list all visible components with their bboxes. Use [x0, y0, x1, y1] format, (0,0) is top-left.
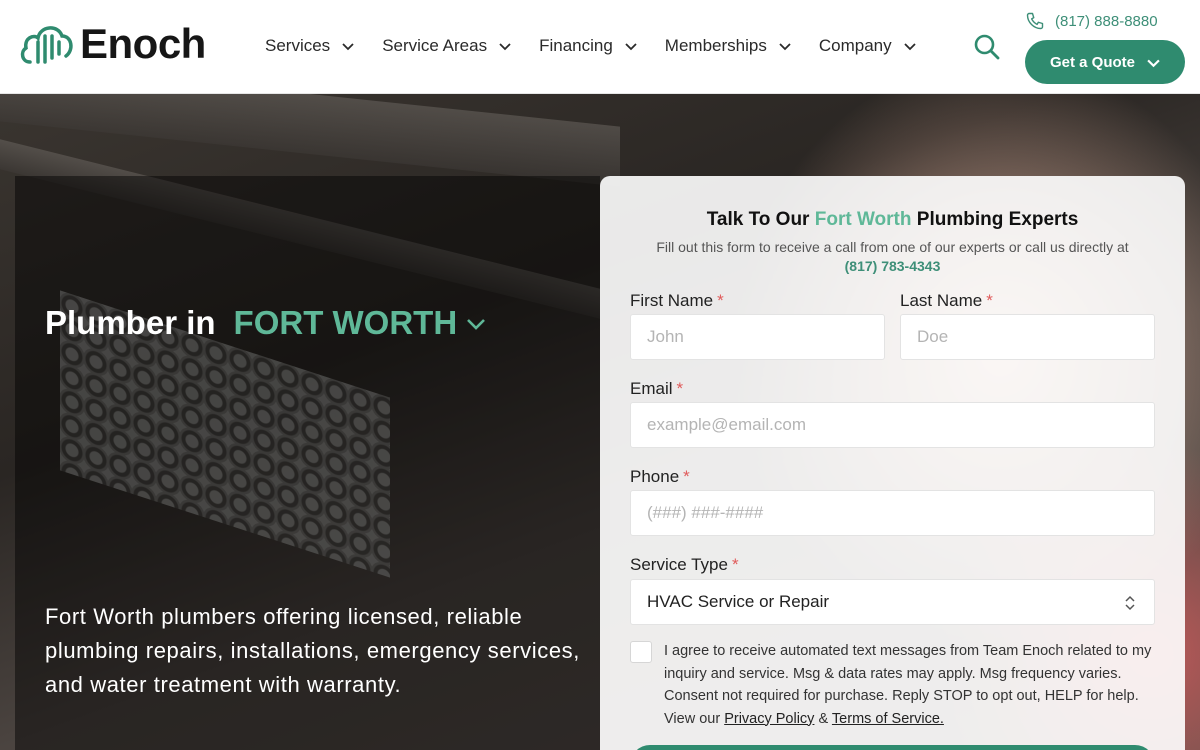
consent-ampersand: &: [818, 710, 829, 727]
search-icon[interactable]: [973, 33, 1001, 61]
form-title-suffix: Plumbing Experts: [916, 209, 1079, 230]
nav-item-company[interactable]: Company: [819, 36, 916, 56]
logo-text: Enoch: [80, 20, 206, 67]
chevron-down-icon[interactable]: [465, 312, 487, 334]
last-name-label-text: Last Name: [900, 291, 983, 310]
service-type-label-text: Service Type: [630, 555, 728, 574]
service-type-value: HVAC Service or Repair: [647, 592, 830, 611]
nav-item-financing[interactable]: Financing: [539, 36, 637, 56]
phone-label-text: Phone: [630, 467, 680, 486]
first-name-label-text: First Name: [630, 291, 714, 310]
email-input[interactable]: [630, 402, 1155, 448]
chevron-down-icon: [779, 43, 791, 51]
required-mark: *: [717, 291, 724, 310]
required-mark: *: [676, 379, 684, 398]
nav-item-label: Financing: [539, 36, 613, 55]
chevron-down-icon: [499, 43, 511, 51]
phone-icon: [1026, 12, 1044, 30]
get-a-quote-label: Get a Quote: [1049, 53, 1135, 71]
last-name-label: Last Name *: [900, 291, 993, 311]
nav-item-label: Memberships: [664, 36, 767, 55]
hero-description: Fort Worth plumbers offering licensed, r…: [45, 604, 580, 697]
city-selector[interactable]: FORT WORTH: [234, 304, 458, 342]
email-label-text: Email: [630, 379, 673, 398]
hero-title-prefix: Plumber in: [45, 304, 216, 341]
required-mark: *: [986, 291, 993, 310]
header-phone-text: (817) 888-8880: [1055, 12, 1158, 30]
logo[interactable]: Enoch: [18, 18, 206, 70]
contact-form-card: Talk To Our Fort Worth Plumbing Experts …: [600, 176, 1185, 750]
chevron-down-icon: [1147, 59, 1160, 67]
first-name-input[interactable]: [630, 314, 885, 360]
site-header: Enoch Services Service Areas Financing M…: [0, 0, 1200, 94]
phone-input[interactable]: [630, 490, 1155, 536]
select-arrows-icon: [1125, 595, 1135, 611]
last-name-input[interactable]: [900, 314, 1155, 360]
required-mark: *: [683, 467, 690, 486]
form-phone-link[interactable]: (817) 783-4343: [600, 258, 1185, 274]
form-title: Talk To Our Fort Worth Plumbing Experts: [600, 209, 1185, 231]
phone-label: Phone *: [630, 467, 690, 487]
email-label: Email *: [630, 379, 683, 399]
terms-of-service-link[interactable]: Terms of Service.: [832, 711, 944, 727]
service-type-label: Service Type *: [630, 555, 739, 575]
consent-text: I agree to receive automated text messag…: [664, 640, 1154, 730]
nav-item-label: Service Areas: [382, 36, 488, 55]
nav-item-label: Services: [265, 36, 331, 55]
form-title-prefix: Talk To Our: [706, 209, 810, 230]
hero-title: Plumber in FORT WORTH: [45, 304, 487, 342]
consent-checkbox[interactable]: [630, 641, 652, 663]
submit-button[interactable]: [630, 745, 1155, 750]
form-subtitle: Fill out this form to receive a call fro…: [656, 239, 1129, 255]
nav-item-memberships[interactable]: Memberships: [665, 36, 791, 56]
required-mark: *: [731, 555, 739, 574]
first-name-label: First Name *: [630, 291, 724, 311]
nav-item-services[interactable]: Services: [265, 36, 354, 56]
nav-item-label: Company: [818, 36, 892, 55]
chevron-down-icon: [903, 43, 916, 51]
service-type-select[interactable]: HVAC Service or Repair: [630, 579, 1155, 625]
logo-cloud-icon: [20, 26, 73, 64]
form-title-city: Fort Worth: [814, 209, 912, 230]
privacy-policy-link[interactable]: Privacy Policy: [724, 711, 814, 727]
chevron-down-icon: [625, 43, 637, 51]
main-nav: Services Service Areas Financing Members…: [265, 36, 944, 56]
header-phone-link[interactable]: (817) 888-8880: [1025, 11, 1158, 31]
get-a-quote-button[interactable]: Get a Quote: [1025, 40, 1185, 84]
chevron-down-icon: [342, 43, 354, 51]
nav-item-service-areas[interactable]: Service Areas: [382, 36, 511, 56]
